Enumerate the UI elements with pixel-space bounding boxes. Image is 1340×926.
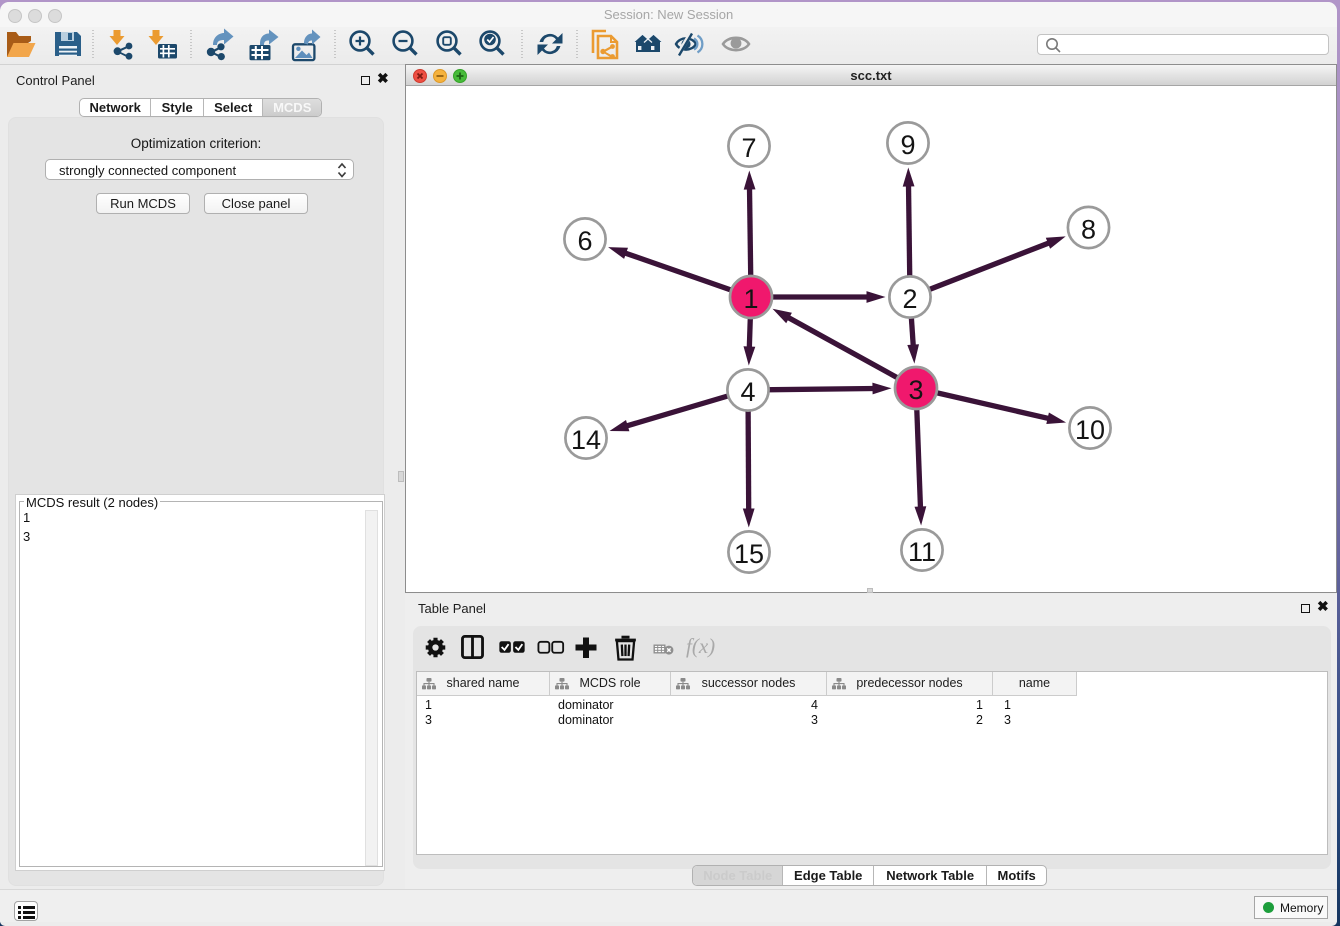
svg-text:7: 7 [741, 133, 756, 163]
svg-text:11: 11 [908, 537, 936, 567]
svg-text:6: 6 [577, 226, 592, 256]
svg-text:15: 15 [734, 539, 764, 569]
svg-text:1: 1 [743, 284, 758, 314]
svg-text:10: 10 [1075, 415, 1105, 445]
svg-text:2: 2 [902, 284, 917, 314]
svg-text:8: 8 [1081, 215, 1096, 245]
svg-text:3: 3 [908, 375, 923, 405]
svg-text:9: 9 [900, 130, 915, 160]
svg-text:4: 4 [740, 377, 755, 407]
svg-text:14: 14 [571, 425, 601, 455]
